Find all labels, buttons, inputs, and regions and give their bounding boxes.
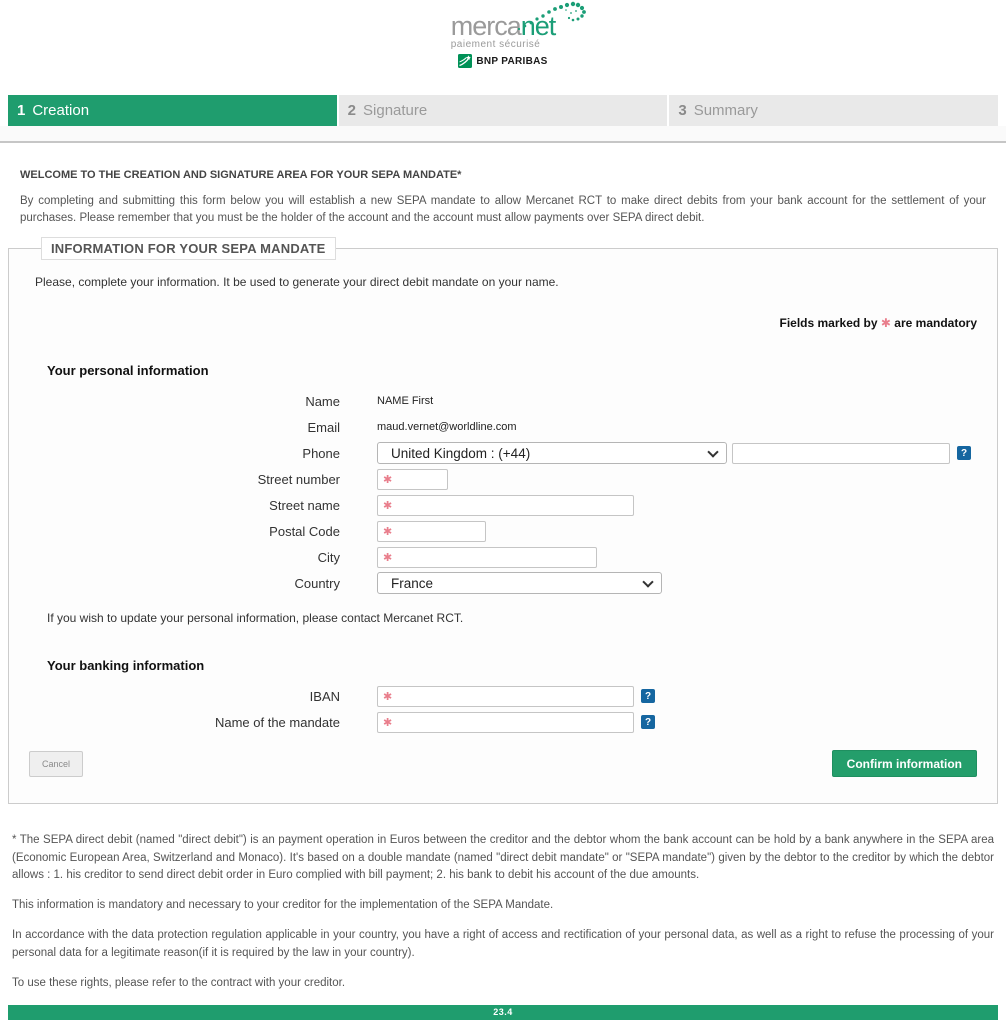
iban-label: IBAN <box>29 689 340 704</box>
legal-paragraph-sepa-definition: * The SEPA direct debit (named "direct d… <box>12 832 994 884</box>
welcome-section: WELCOME TO THE CREATION AND SIGNATURE AR… <box>20 169 986 226</box>
mandatory-note-prefix: Fields marked by <box>780 316 878 330</box>
email-label: Email <box>29 420 340 435</box>
mandate-name-label: Name of the mandate <box>29 715 340 730</box>
welcome-body: By completing and submitting this form b… <box>20 193 986 226</box>
country-label: Country <box>29 576 340 591</box>
sepa-mandate-form: INFORMATION FOR YOUR SEPA MANDATE Please… <box>8 237 998 804</box>
step-label: Signature <box>363 102 427 119</box>
legal-paragraph-data-protection: In accordance with the data protection r… <box>12 927 994 962</box>
postal-code-row: Postal Code <box>29 520 977 542</box>
mercanet-logo: mercanet paiement sécurisé <box>451 13 556 50</box>
step-tab-creation: 1 Creation <box>8 95 337 126</box>
postal-code-input[interactable] <box>377 521 486 542</box>
city-row: City <box>29 546 977 568</box>
mandate-name-input[interactable] <box>377 712 634 733</box>
step-number: 3 <box>678 102 686 119</box>
brand-tagline: paiement sécurisé <box>451 40 556 50</box>
legal-paragraph-mandatory-info: This information is mandatory and necess… <box>12 897 994 914</box>
name-label: Name <box>29 394 340 409</box>
street-name-label: Street name <box>29 498 340 513</box>
iban-row: IBAN ? <box>29 685 977 707</box>
form-legend: INFORMATION FOR YOUR SEPA MANDATE <box>41 237 336 260</box>
legal-paragraph-rights: To use these rights, please refer to the… <box>12 975 994 992</box>
step-label: Creation <box>32 102 89 119</box>
step-tab-signature: 2 Signature <box>339 95 668 126</box>
update-contact-note: If you wish to update your personal info… <box>47 611 977 625</box>
street-number-input[interactable] <box>377 469 448 490</box>
step-tab-summary: 3 Summary <box>669 95 998 126</box>
street-name-input[interactable] <box>377 495 634 516</box>
bnp-bank-name: BNP PARIBAS <box>476 56 547 67</box>
email-value: maud.vernet@worldline.com <box>377 421 517 433</box>
country-select-wrap: France <box>377 572 662 594</box>
mercanet-dots-swoosh-icon <box>515 0 589 34</box>
mandate-name-row: Name of the mandate ? <box>29 711 977 733</box>
city-label: City <box>29 550 340 565</box>
street-name-row: Street name <box>29 494 977 516</box>
header: mercanet paiement sécurisé BNP PARIBAS <box>0 0 1006 82</box>
wizard-steps: 1 Creation 2 Signature 3 Summary <box>8 95 998 126</box>
street-number-row: Street number <box>29 468 977 490</box>
mandatory-asterisk: ✱ <box>881 316 891 330</box>
brand-gray-part: merca <box>451 11 521 41</box>
bnp-paribas-logo: BNP PARIBAS <box>458 54 547 68</box>
iban-input[interactable] <box>377 686 634 707</box>
mandatory-note-suffix: are mandatory <box>894 316 977 330</box>
city-input[interactable] <box>377 547 597 568</box>
country-select[interactable]: France <box>377 572 662 594</box>
bnp-emblem-icon <box>458 54 472 68</box>
phone-country-select-wrap: United Kingdom : (+44) <box>377 442 727 464</box>
welcome-title: WELCOME TO THE CREATION AND SIGNATURE AR… <box>20 169 986 181</box>
phone-country-select[interactable]: United Kingdom : (+44) <box>377 442 727 464</box>
email-row: Email maud.vernet@worldline.com <box>29 416 977 438</box>
version-bar: 23.4 <box>8 1005 998 1020</box>
mandatory-fields-note: Fields marked by ✱ are mandatory <box>29 316 977 330</box>
phone-help-icon[interactable]: ? <box>957 446 971 460</box>
form-actions: Cancel Confirm information <box>29 750 977 777</box>
mandate-name-help-icon[interactable]: ? <box>641 715 655 729</box>
phone-row: Phone United Kingdom : (+44) ? <box>29 442 977 464</box>
phone-label: Phone <box>29 446 340 461</box>
iban-help-icon[interactable]: ? <box>641 689 655 703</box>
personal-info-heading: Your personal information <box>47 363 977 378</box>
country-row: Country France <box>29 572 977 594</box>
step-number: 1 <box>17 102 25 119</box>
confirm-information-button[interactable]: Confirm information <box>832 750 977 777</box>
name-value: NAME First <box>377 395 433 407</box>
name-row: Name NAME First <box>29 390 977 412</box>
banking-info-heading: Your banking information <box>47 658 977 673</box>
step-label: Summary <box>694 102 758 119</box>
header-divider <box>0 126 1006 143</box>
step-number: 2 <box>348 102 356 119</box>
street-number-label: Street number <box>29 472 340 487</box>
cancel-button[interactable]: Cancel <box>29 751 83 777</box>
postal-code-label: Postal Code <box>29 524 340 539</box>
legal-notes: * The SEPA direct debit (named "direct d… <box>12 832 994 992</box>
phone-number-input[interactable] <box>732 443 950 464</box>
form-instruction: Please, complete your information. It be… <box>35 275 977 289</box>
